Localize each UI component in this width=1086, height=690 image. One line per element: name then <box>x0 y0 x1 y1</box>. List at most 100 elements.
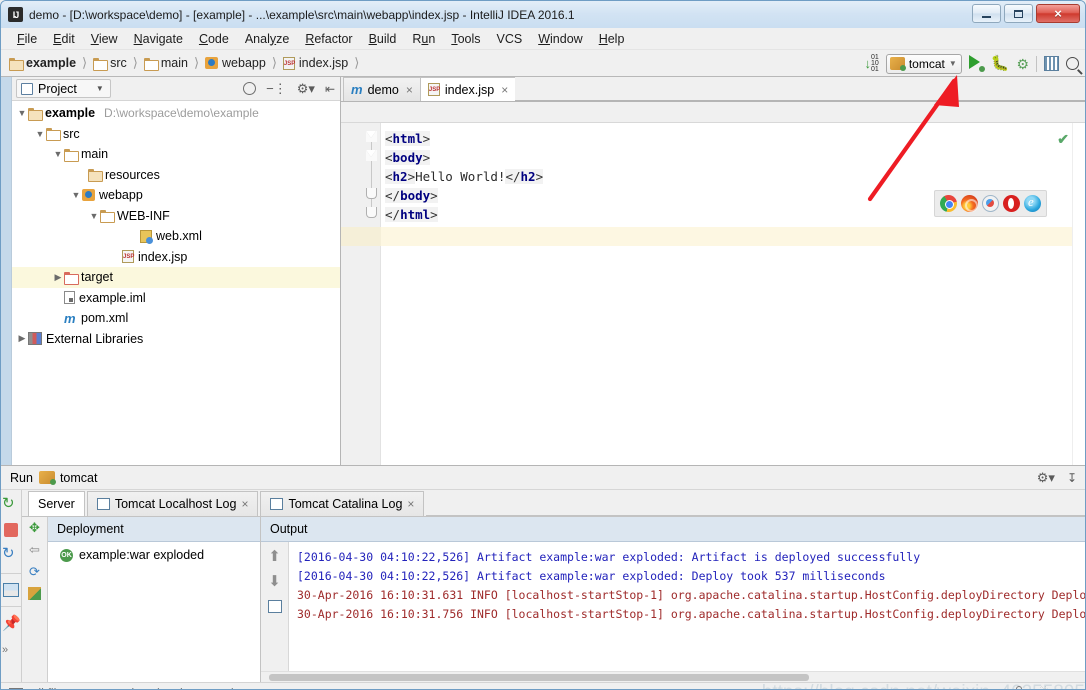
breadcrumb-example[interactable]: example <box>9 56 76 71</box>
editor-tab-index-jsp[interactable]: JSP index.jsp × <box>419 77 517 101</box>
hide-icon[interactable]: ↧ <box>1067 471 1077 485</box>
tree-row-pom-xml[interactable]: m pom.xml <box>12 308 340 329</box>
close-tab-icon[interactable]: × <box>501 83 508 97</box>
expand-arrow-icon[interactable]: ▼ <box>16 108 28 118</box>
tree-row-target[interactable]: ▶ target <box>12 267 340 288</box>
menu-refactor[interactable]: Refactor <box>297 30 360 48</box>
project-tree[interactable]: ▼ example D:\workspace\demo\example ▼ sr… <box>12 101 340 465</box>
tree-row-external-libraries[interactable]: ▶ External Libraries <box>12 329 340 350</box>
safari-browser-icon[interactable] <box>982 195 999 212</box>
menu-view[interactable]: View <box>83 30 126 48</box>
firefox-browser-icon[interactable] <box>961 195 978 212</box>
maximize-button[interactable] <box>1004 4 1033 23</box>
layout-settings-icon[interactable] <box>3 583 19 597</box>
deployment-item-row[interactable]: OK example:war exploded <box>48 542 260 562</box>
console-output[interactable]: [2016-04-30 04:10:22,526] Artifact examp… <box>289 542 1085 671</box>
compile-icon[interactable]: ↓ 01 10 01 <box>865 54 879 73</box>
expand-arrow-icon[interactable]: ▶ <box>16 333 28 344</box>
code-editor[interactable]: <html> <body> <h2>Hello World!</h2> </bo… <box>341 123 1085 465</box>
breadcrumb-src[interactable]: src <box>93 56 127 71</box>
fold-end-marker-body[interactable] <box>366 188 377 199</box>
tree-row-webapp[interactable]: ▼ webapp <box>12 185 340 206</box>
run-tab-tomcat-catalina-log[interactable]: Tomcat Catalina Log × <box>260 491 425 516</box>
fold-end-marker-html[interactable] <box>366 207 377 218</box>
menu-build[interactable]: Build <box>361 30 405 48</box>
tomcat-icon <box>38 471 56 485</box>
editor-scrollbar[interactable] <box>1072 123 1085 465</box>
code-line-1[interactable]: <html> <box>381 129 1085 148</box>
redeploy-icon[interactable]: ⟳ <box>29 565 40 579</box>
search-icon[interactable] <box>1066 57 1083 75</box>
menu-window[interactable]: Window <box>530 30 590 48</box>
tree-row-resources[interactable]: resources <box>12 165 340 186</box>
minimize-button[interactable] <box>972 4 1001 23</box>
close-tab-icon[interactable]: × <box>241 497 248 511</box>
expand-arrow-icon[interactable]: ▼ <box>34 129 46 139</box>
editor-gutter[interactable] <box>341 123 381 465</box>
scroll-up-icon[interactable]: ⬆ <box>268 549 281 564</box>
code-line-3[interactable]: <h2>Hello World!</h2> <box>381 167 1085 186</box>
menu-vcs[interactable]: VCS <box>489 30 531 48</box>
pin-tab-icon[interactable]: 📌 <box>2 616 21 634</box>
tree-row-src[interactable]: ▼ src <box>12 124 340 145</box>
breadcrumb-index-jsp[interactable]: JSP index.jsp <box>282 56 348 70</box>
tree-row-example-iml[interactable]: example.iml <box>12 288 340 309</box>
code-text[interactable]: <html> <body> <h2>Hello World!</h2> </bo… <box>381 123 1085 465</box>
scrollbar-thumb[interactable] <box>269 674 809 681</box>
console-horizontal-scrollbar[interactable] <box>261 671 1085 682</box>
menu-help[interactable]: Help <box>591 30 633 48</box>
close-tab-icon[interactable]: × <box>407 497 414 511</box>
tree-row-main[interactable]: ▼ main <box>12 144 340 165</box>
menu-tools[interactable]: Tools <box>443 30 488 48</box>
rerun-icon[interactable]: ↻ <box>2 496 20 514</box>
tree-row-index-jsp[interactable]: JSP index.jsp <box>12 247 340 268</box>
deploy-icon[interactable]: ✥ <box>29 521 40 535</box>
tree-row-web-inf[interactable]: ▼ WEB-INF <box>12 206 340 227</box>
expand-icon[interactable]: » <box>2 643 20 661</box>
debug-icon[interactable]: 🐛 <box>991 56 1010 71</box>
left-tool-rail[interactable] <box>1 77 12 465</box>
menu-edit[interactable]: Edit <box>45 30 83 48</box>
tree-row-web-xml[interactable]: web.xml <box>12 226 340 247</box>
menu-code[interactable]: Code <box>191 30 237 48</box>
chrome-browser-icon[interactable] <box>940 195 957 212</box>
restart-server-icon[interactable]: ↻ <box>2 546 20 564</box>
target-icon[interactable] <box>243 82 257 95</box>
settings-gear-icon[interactable]: ⚙▾ <box>297 82 315 95</box>
run-tab-tomcat-localhost-log[interactable]: Tomcat Localhost Log × <box>86 491 259 516</box>
fold-marker-body[interactable] <box>366 150 377 161</box>
expand-arrow-icon[interactable]: ▼ <box>70 190 82 200</box>
editor-tab-demo[interactable]: m demo × <box>343 77 421 101</box>
breadcrumb-main[interactable]: main <box>143 56 188 71</box>
expand-arrow-icon[interactable]: ▼ <box>52 149 64 159</box>
menu-run[interactable]: Run <box>404 30 443 48</box>
update-resources-icon[interactable] <box>28 587 41 600</box>
fold-marker-html[interactable] <box>366 131 377 142</box>
stop-icon[interactable] <box>4 523 18 537</box>
project-view-selector[interactable]: Project ▼ <box>16 79 111 98</box>
opera-browser-icon[interactable] <box>1003 195 1020 212</box>
close-tab-icon[interactable]: × <box>406 83 413 97</box>
run-with-coverage-icon[interactable]: ⚙ <box>1016 57 1029 71</box>
code-line-2[interactable]: <body> <box>381 148 1085 167</box>
soft-wrap-icon[interactable] <box>267 600 282 613</box>
menu-navigate[interactable]: Navigate <box>126 30 191 48</box>
settings-gear-icon[interactable]: ⚙▾ <box>1037 470 1055 486</box>
collapse-arrow-icon[interactable]: ▶ <box>52 272 64 283</box>
breadcrumb-webapp[interactable]: webapp <box>205 56 266 70</box>
internet-explorer-browser-icon[interactable] <box>1024 194 1041 212</box>
run-configuration-selector[interactable]: tomcat ▼ <box>885 53 962 74</box>
tree-row-example[interactable]: ▼ example D:\workspace\demo\example <box>12 103 340 124</box>
run-tab-server[interactable]: Server <box>28 491 85 516</box>
run-icon[interactable] <box>968 55 985 72</box>
scroll-down-icon[interactable]: ⬇ <box>268 574 281 589</box>
close-button[interactable]: × <box>1036 4 1080 23</box>
expand-arrow-icon[interactable]: ▼ <box>88 211 100 221</box>
inspection-status-icon[interactable]: ✔ <box>1057 131 1069 148</box>
menu-file[interactable]: File <box>9 30 45 48</box>
menu-analyze[interactable]: Analyze <box>237 30 297 48</box>
settings-icon[interactable] <box>1044 56 1059 71</box>
collapse-all-icon[interactable]: −⋮ <box>266 82 287 95</box>
hide-icon[interactable]: ⇤ <box>325 83 335 95</box>
undeploy-icon[interactable]: ⇦ <box>29 543 40 557</box>
